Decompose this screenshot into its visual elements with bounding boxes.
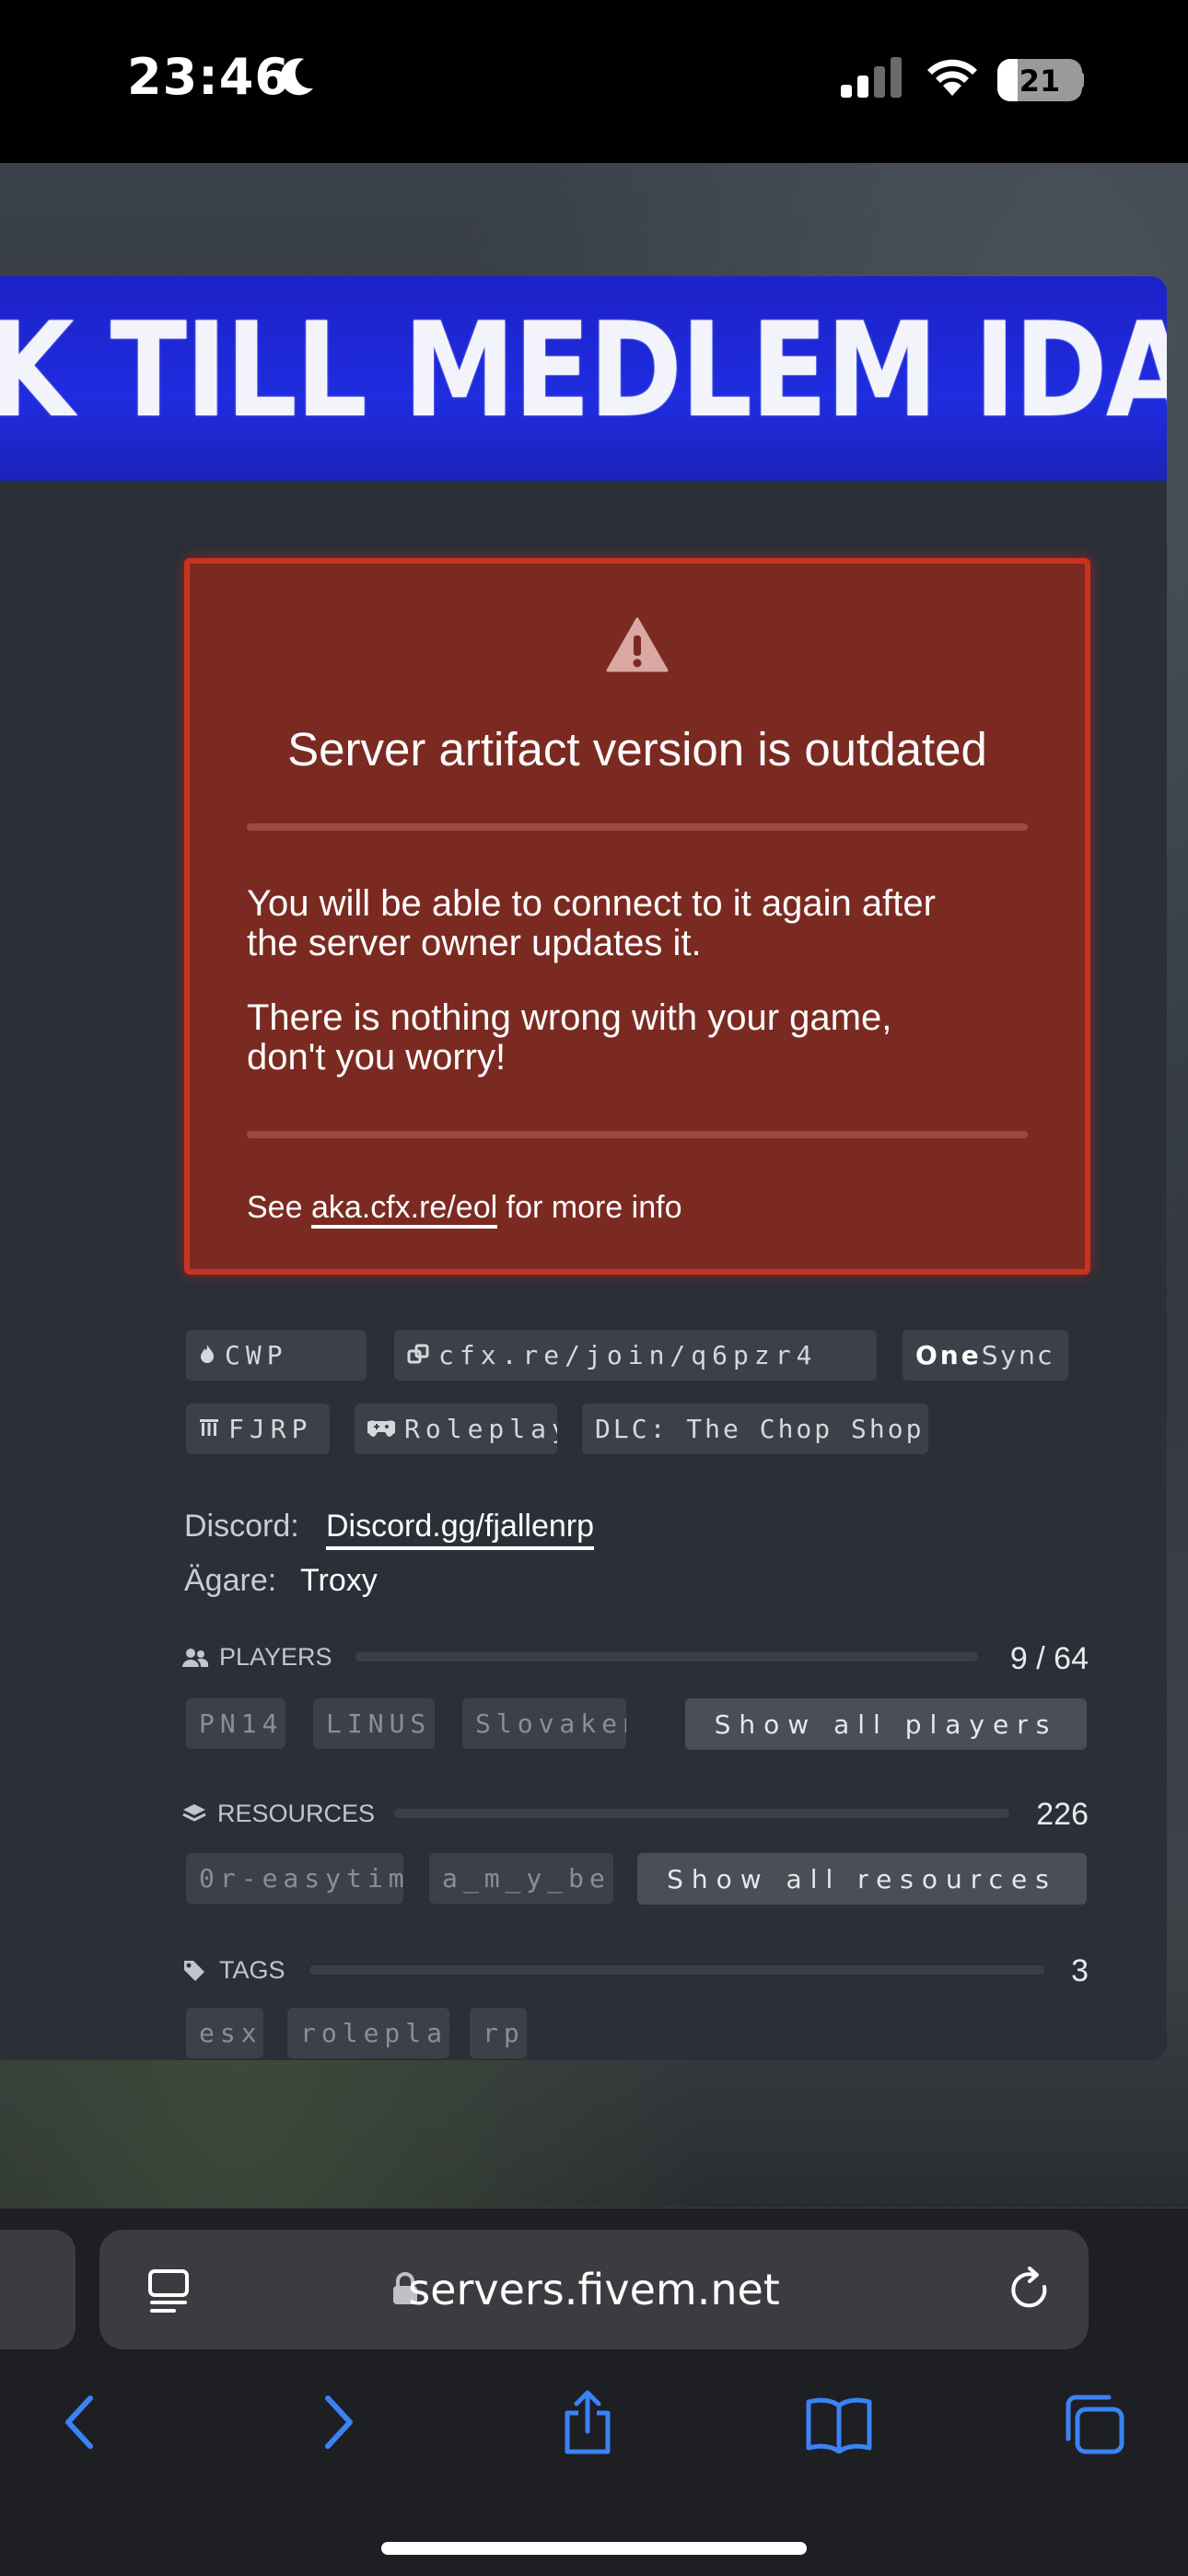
divider: [247, 823, 1028, 831]
gametype-chip: Roleplay: [355, 1404, 557, 1454]
warning-triangle-icon: [606, 617, 669, 672]
player-chip: Slovaken: [462, 1698, 626, 1749]
previous-tab-preview[interactable]: [0, 2230, 76, 2349]
show-all-resources-button[interactable]: Show all resources: [637, 1853, 1087, 1905]
cellular-signal-icon: [841, 57, 902, 98]
address-bar[interactable]: servers.fivem.net: [99, 2230, 1089, 2349]
warning-paragraph-2: There is nothing wrong with your game, d…: [247, 997, 892, 1078]
players-header: PLAYERS: [182, 1643, 332, 1672]
outdated-warning-card: Server artifact version is outdated You …: [184, 558, 1090, 1275]
tags-icon: [184, 1960, 204, 1981]
onesync-chip: One Sync: [903, 1330, 1068, 1381]
tag-chip: esx: [186, 2008, 263, 2058]
url-text: servers.fivem.net: [408, 2265, 780, 2314]
dlc-chip: DLC: The Chop Shop: [582, 1404, 928, 1454]
users-icon: [182, 1648, 208, 1667]
tags-divider: [309, 1965, 1044, 1975]
home-indicator: [381, 2542, 807, 2555]
status-time: 23:46: [127, 48, 290, 106]
banner-text: K TILL MEDLEM IDAG!: [0, 295, 1167, 447]
server-banner: K TILL MEDLEM IDAG!: [0, 276, 1167, 481]
discord-link[interactable]: Discord.gg/fjallenrp: [326, 1509, 595, 1550]
back-icon[interactable]: [61, 2393, 98, 2452]
join-link-chip[interactable]: cfx.re/join/q6pzr4: [394, 1330, 877, 1381]
show-all-players-button[interactable]: Show all players: [685, 1698, 1087, 1750]
player-chip: PN14: [186, 1698, 285, 1749]
resources-header: RESOURCES: [182, 1800, 375, 1828]
battery-indicator: 21: [997, 59, 1082, 101]
tags-header: TAGS: [182, 1956, 285, 1985]
forward-icon[interactable]: [320, 2393, 357, 2452]
gamepad-icon: [365, 1414, 398, 1444]
tag-chip: rp: [470, 2008, 527, 2058]
players-divider: [355, 1652, 978, 1661]
owner-value: Troxy: [300, 1563, 378, 1598]
resource-chip: 0r-easytime: [186, 1853, 403, 1904]
warning-footer: See aka.cfx.re/eol for more info: [247, 1190, 681, 1229]
project-name-chip: CWP: [186, 1330, 367, 1381]
battery-level: 21: [1019, 64, 1061, 99]
locale-chip: FJRP: [186, 1404, 330, 1454]
resource-chip: a_m_y_be: [429, 1853, 613, 1904]
resources-count: 226: [1036, 1797, 1089, 1832]
link-icon: [407, 1340, 429, 1370]
owner-label: Ägare:: [184, 1563, 277, 1598]
fire-icon: [199, 1340, 215, 1370]
share-icon[interactable]: [560, 2389, 615, 2455]
layers-icon: [182, 1803, 206, 1822]
players-count: 9 / 64: [1009, 1641, 1089, 1676]
moon-icon: [280, 58, 313, 96]
discord-label: Discord:: [184, 1509, 299, 1544]
browser-toolbar: servers.fivem.net: [0, 2208, 1188, 2576]
bookmarks-icon[interactable]: [805, 2396, 873, 2454]
warning-title: Server artifact version is outdated: [287, 723, 987, 775]
tabs-icon[interactable]: [1061, 2393, 1127, 2455]
wifi-icon: [927, 59, 977, 96]
columns-icon: [199, 1414, 219, 1444]
tags-count: 3: [1071, 1953, 1089, 1988]
reload-icon[interactable]: [1007, 2265, 1054, 2316]
tag-chip: roleplay: [287, 2008, 449, 2058]
warning-paragraph-1: You will be able to connect to it again …: [247, 883, 936, 963]
status-bar: 23:46 21: [0, 0, 1188, 163]
eol-info-link[interactable]: aka.cfx.re/eol: [310, 1190, 498, 1229]
divider: [247, 1131, 1028, 1138]
resources-divider: [394, 1809, 1009, 1818]
player-chip: LINUS: [313, 1698, 435, 1749]
